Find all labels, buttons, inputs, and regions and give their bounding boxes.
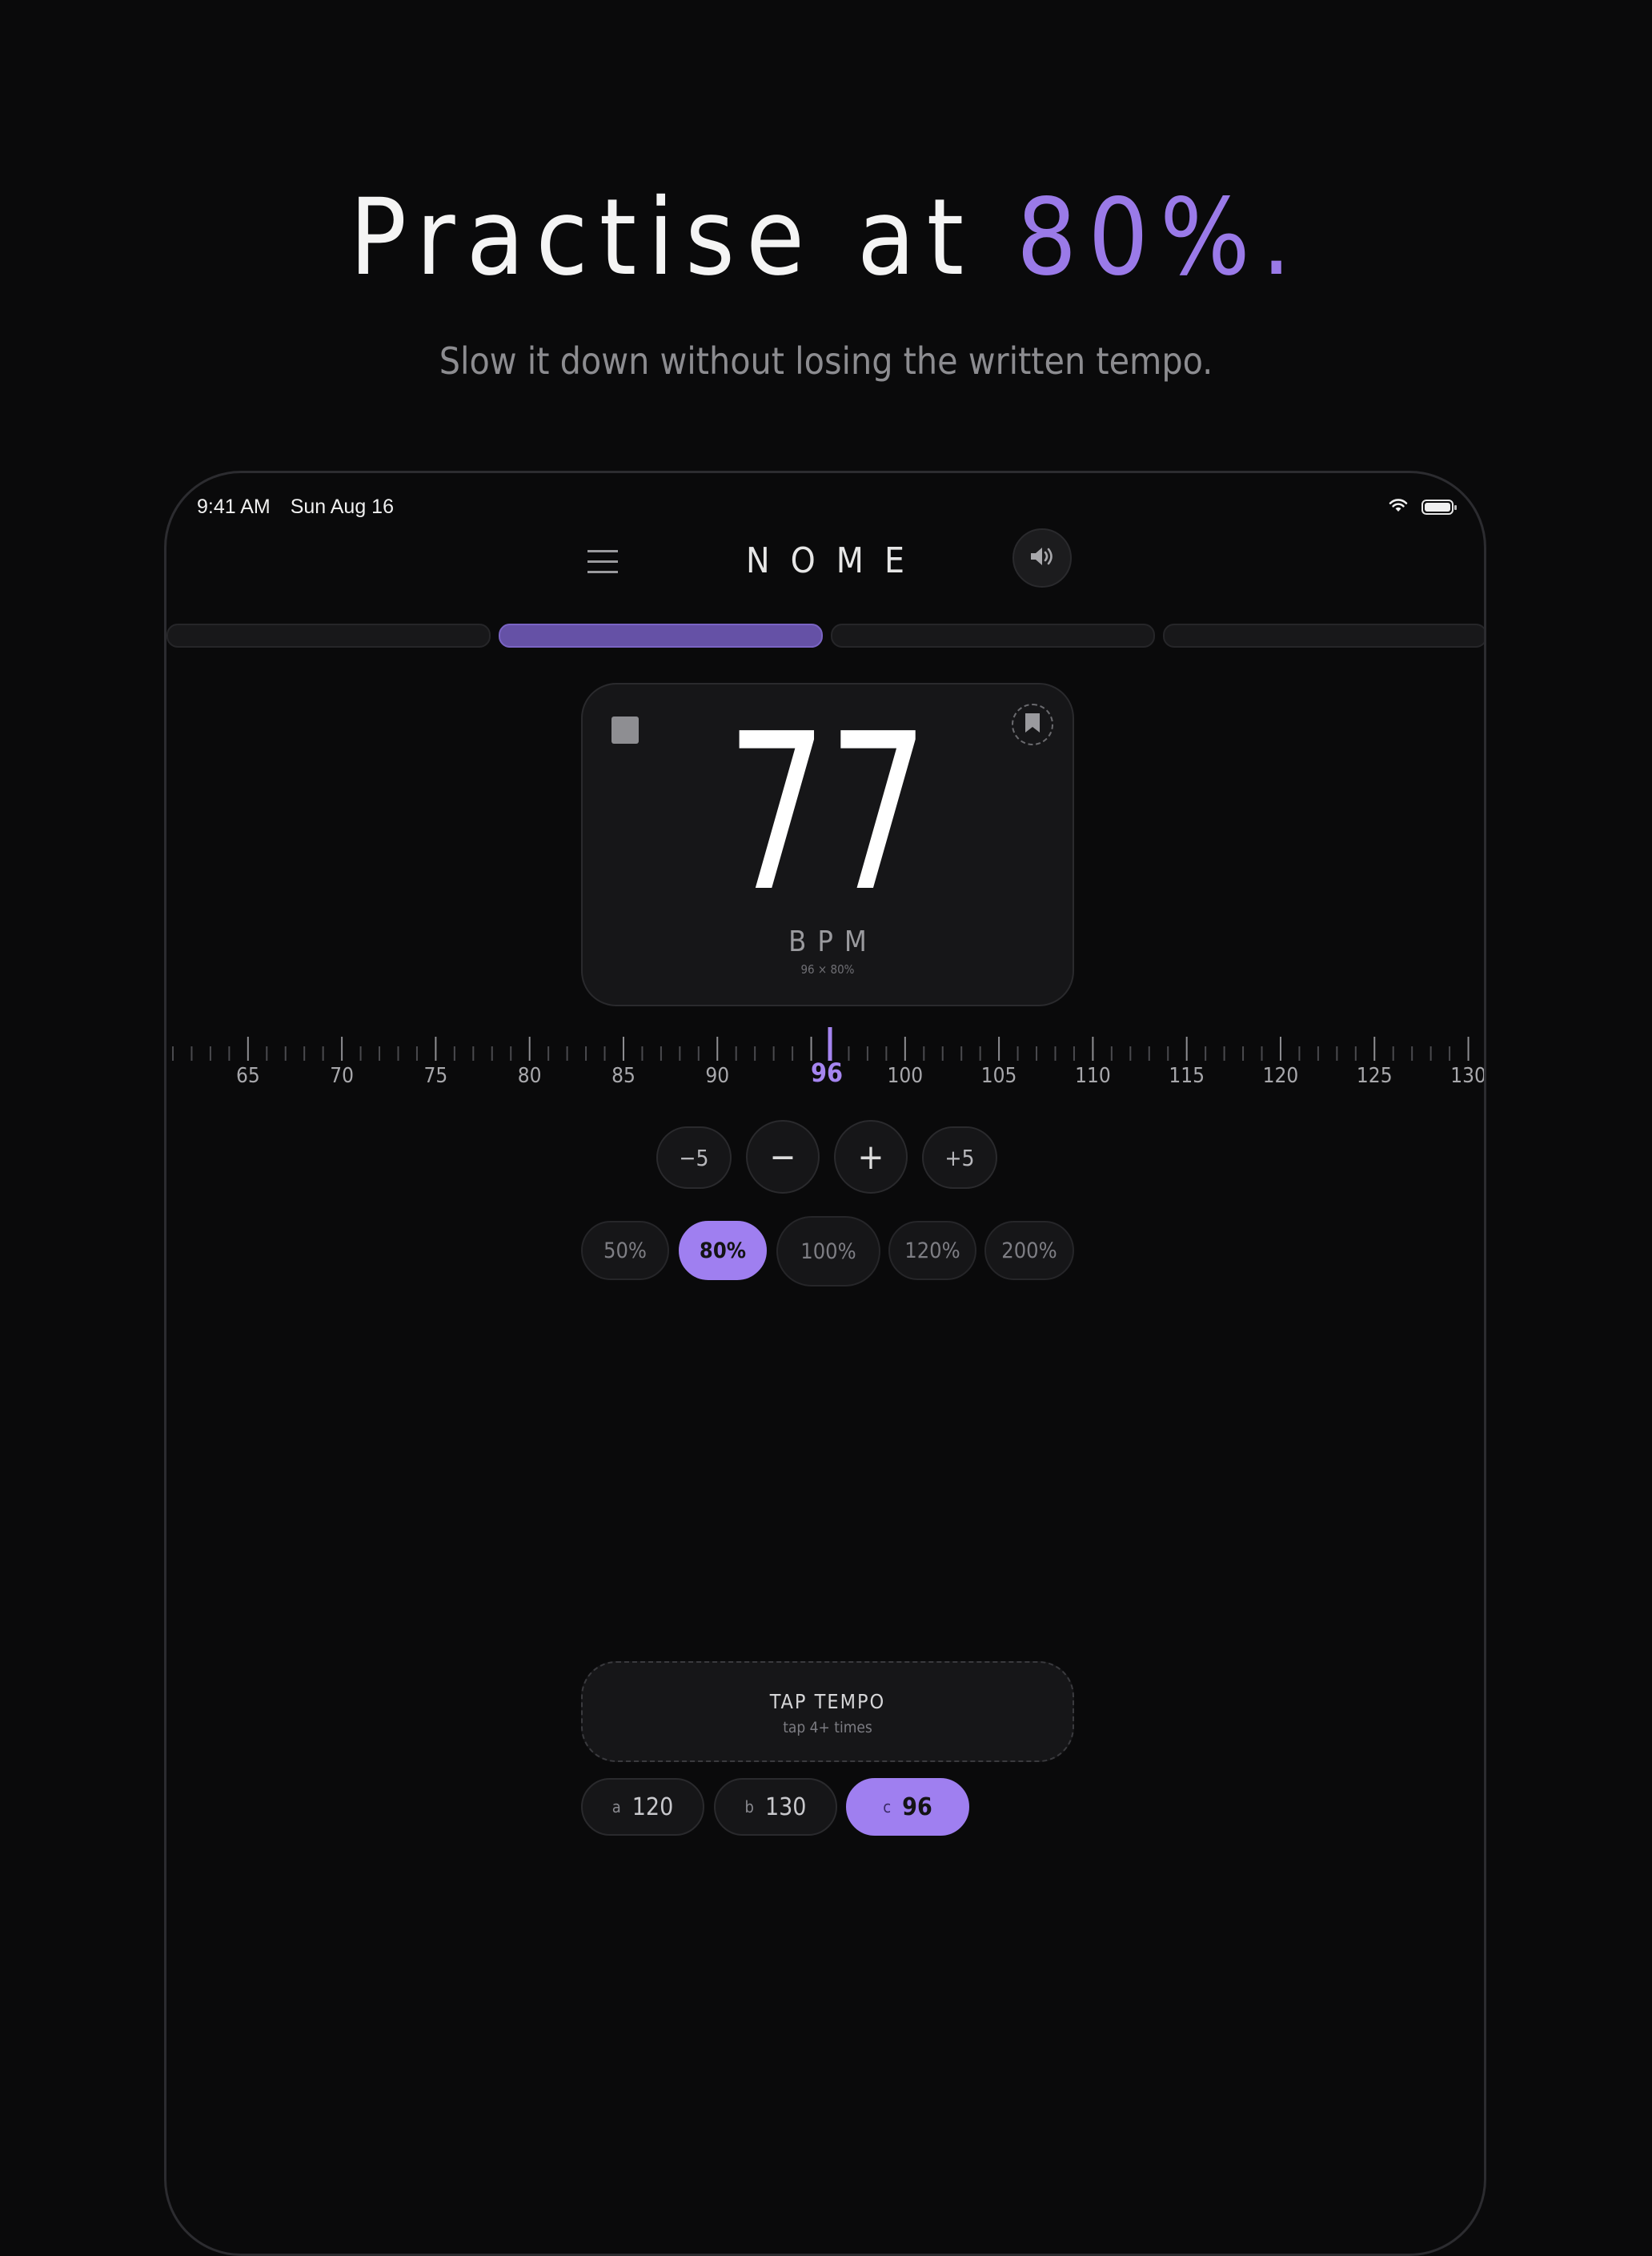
ruler-tick-label: 80 [517,1064,542,1088]
ruler-tick-label: 115 [1169,1064,1205,1088]
battery-icon [1421,499,1457,515]
preset-slot: c [883,1797,892,1816]
preset-b-button[interactable]: b 130 [714,1778,837,1836]
home-indicator [1471,2249,1476,2254]
ruler-tick-label: 75 [423,1064,448,1088]
ruler-tick-label: 70 [330,1064,354,1088]
wifi-icon [1388,496,1409,519]
percent-50-button[interactable]: 50% [581,1221,669,1280]
speaker-icon [1028,545,1056,571]
percent-200-button[interactable]: 200% [984,1221,1074,1280]
bpm-formula: 96 × 80% [800,962,855,977]
tablet-frame: 9:41 AM Sun Aug 16 NOME 77 BPM 96 × 80% … [164,471,1486,2256]
bpm-label: BPM [788,925,878,958]
tap-tempo-hint: tap 4+ times [783,1719,872,1736]
preset-value: 130 [764,1792,807,1821]
hero-title-accent: 80%. [1016,176,1303,299]
ruler-current-value: 96 [810,1058,844,1088]
status-bar: 9:41 AM Sun Aug 16 [197,484,1457,529]
tab-4[interactable] [1163,624,1484,648]
percent-120-button[interactable]: 120% [888,1221,976,1280]
tap-tempo-label: TAP TEMPO [769,1690,886,1713]
app-title: NOME [746,540,925,581]
ruler-tick-label: 65 [235,1064,260,1088]
preset-a-button[interactable]: a 120 [581,1778,704,1836]
section-tabs [166,624,1484,652]
plus-5-button[interactable]: +5 [922,1126,997,1189]
preset-slot: b [744,1797,754,1816]
percent-80-button[interactable]: 80% [679,1221,767,1280]
preset-value: 120 [632,1792,674,1821]
minus-button[interactable]: − [746,1120,820,1194]
preset-c-button[interactable]: c 96 [846,1778,969,1836]
status-time: 9:41 AM [197,495,271,518]
ruler-tick-label: 85 [611,1064,636,1088]
tap-tempo-button[interactable]: TAP TEMPO tap 4+ times [581,1661,1074,1762]
hero-title: Practise at 80%. [0,178,1652,298]
ruler-tick-label: 120 [1262,1064,1299,1088]
hero-title-prefix: Practise at [349,176,1016,299]
hero-subtitle: Slow it down without losing the written … [439,339,1213,383]
tab-2[interactable] [499,624,823,648]
ruler-tick-label: 100 [887,1064,924,1088]
bpm-value: 77 [726,687,929,939]
preset-value: 96 [902,1792,932,1821]
bpm-display-card: 77 BPM 96 × 80% [581,683,1074,1006]
percent-100-button[interactable]: 100% [776,1216,880,1287]
sound-button[interactable] [1012,528,1072,588]
minus-5-button[interactable]: −5 [656,1126,732,1189]
tab-3[interactable] [831,624,1155,648]
plus-button[interactable]: + [834,1120,908,1194]
ruler-tick-label: 125 [1356,1064,1393,1088]
preset-slot: a [611,1797,621,1816]
status-date: Sun Aug 16 [290,495,394,518]
tab-1[interactable] [166,624,491,648]
ruler-tick-label: 130 [1450,1064,1486,1088]
ruler-tick-label: 90 [705,1064,730,1088]
ruler-tick-label: 105 [980,1064,1017,1088]
ruler-tick-label: 110 [1075,1064,1111,1088]
